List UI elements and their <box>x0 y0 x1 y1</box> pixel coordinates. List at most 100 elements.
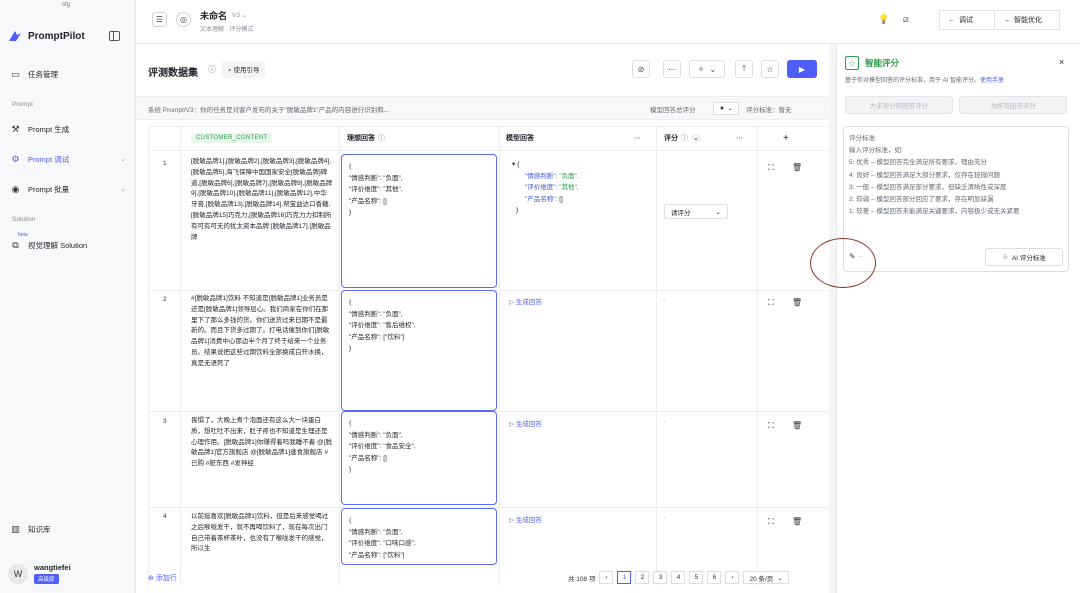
system-prompt-text: 系统 Prompt/V3：你的任务是对客户发布的关于"脱敏品牌1"产品的内容进行… <box>148 107 390 114</box>
ideal-answer-cell[interactable]: { "情感判断": "负面", "评价维度": "其他", "产品名称": []… <box>341 154 497 288</box>
ideal-answer-cell[interactable]: { "情感判断": "负面", "评价维度": "售后维权", "产品名称": … <box>341 290 497 411</box>
page-button[interactable]: 6 <box>707 571 722 584</box>
expand-icon[interactable]: ⛶ <box>768 517 774 527</box>
expand-icon[interactable]: ⛶ <box>768 163 774 173</box>
sidebar-item-label: 视觉理解 Solution <box>28 240 88 250</box>
more-icon[interactable]: ⋯ <box>663 60 681 78</box>
trash-icon[interactable]: 🗑 <box>792 298 802 307</box>
version-select[interactable]: V3 ⌄ <box>232 11 247 19</box>
ideal-answer-cell[interactable]: { "情感判断": "负面", "评价维度": "口味口感", "产品名称": … <box>341 508 497 565</box>
trash-icon[interactable]: 🗑 <box>792 163 802 172</box>
generate-icon: ⚒ <box>11 123 20 134</box>
col-ideal[interactable]: 理想回答 ⓘ <box>347 126 385 150</box>
expand-icon[interactable]: ⛶ <box>768 421 774 431</box>
prev-page-button[interactable]: ‹ <box>599 571 614 584</box>
run-button[interactable]: ▶ <box>787 60 817 78</box>
expand-icon[interactable]: ⛶ <box>768 298 774 308</box>
chevron-down-icon: ⌄ <box>691 134 701 142</box>
customer-content-cell[interactable]: 畏惧了，大晚上煮个泡面还有这么大一块蛋白质，想吐吐不出来，肚子疼也不知道是生理还… <box>191 416 333 504</box>
col-score[interactable]: 评分 ⓘ ⌄ <box>664 126 701 150</box>
divider <box>499 126 500 586</box>
magic-dropdown[interactable]: ✧ ⌄ <box>689 60 725 78</box>
sidebar-item-label: Prompt 生成 <box>28 124 70 134</box>
page-button[interactable]: 4 <box>671 571 686 584</box>
chevron-down-icon: ⌄ <box>120 156 126 163</box>
user-profile[interactable]: W wangtiefei 高级版 <box>8 563 71 584</box>
chevron-down-icon: ⌄ <box>715 208 721 216</box>
panel-title: 智能评分 <box>865 58 900 68</box>
col-customer-content[interactable]: CUSTOMER_CONTENT <box>191 126 273 150</box>
sidebar-item-debug[interactable]: ⚙ Prompt 调试 ⌄ <box>10 150 126 168</box>
target-icon[interactable]: ◎ <box>176 12 191 27</box>
info-icon[interactable]: ⓘ <box>208 64 216 75</box>
customer-content-cell[interactable]: 以前挺喜欢[脱敏品牌1]饮料，但是后来感觉喝过之后喉咙发干，就不再喝饮料了，现在… <box>191 512 333 564</box>
json-close: } <box>516 207 519 214</box>
generate-answer-button[interactable]: ▷ 生成回答 <box>509 514 542 524</box>
page-button[interactable]: 5 <box>689 571 704 584</box>
col-model-more-icon[interactable]: ⋯ <box>634 126 641 150</box>
criteria-line: 评分标准: <box>849 135 877 142</box>
row-number: 4 <box>163 513 167 520</box>
customer-content-cell[interactable]: [脱敏品牌1],[脱敏品牌2],[脱敏品牌3],[脱敏品牌4],[脱敏品牌5],… <box>191 157 333 287</box>
json-line: "情感判断": "负面", <box>349 310 403 318</box>
row-number: 2 <box>163 296 167 303</box>
collapse-sidebar-icon[interactable] <box>109 31 120 41</box>
hide-icon[interactable]: ⊘ <box>632 60 650 78</box>
page-size-select[interactable]: 20 条/页 ⌄ <box>743 571 789 584</box>
sidebar-item-knowledge[interactable]: ▥ 知识库 <box>10 520 126 538</box>
eval-select[interactable]: ★ ⌄ <box>713 102 739 115</box>
customer-content-cell[interactable]: #[脱敏品牌1]饮料 不知道是[脱敏品牌1]业务员是还是[脱敏品牌1]领导层心。… <box>191 294 333 406</box>
debug-button[interactable]: ← 调试 <box>939 10 995 30</box>
score-select[interactable]: 请评分 ⌄ <box>664 204 728 219</box>
upload-icon[interactable]: ⤒ <box>735 60 753 78</box>
sidebar-item-batch[interactable]: ◉ Prompt 批量 ⌄ <box>10 180 126 198</box>
lightbulb-icon[interactable]: 💡 <box>878 14 889 25</box>
divider <box>148 126 149 586</box>
ideal-answer-cell[interactable]: { "情感判断": "负面", "评价维度": "食品安全", "产品名称": … <box>341 411 497 505</box>
generate-label: 生成回答 <box>515 421 542 428</box>
pagination: 共 108 项 ‹ 1 2 3 4 5 6 › 20 条/页 ⌄ <box>568 571 789 584</box>
guide-button[interactable]: ⌕ 使用引导 <box>222 61 266 78</box>
manual-link[interactable]: 使用手册 <box>980 78 1004 84</box>
next-page-button[interactable]: › <box>725 571 740 584</box>
guide-label: 使用引导 <box>233 67 260 74</box>
close-icon[interactable]: × <box>1059 57 1064 67</box>
book-icon: ▥ <box>11 523 20 534</box>
menu-icon[interactable]: ☰ <box>152 12 167 27</box>
optimize-button[interactable]: → 智能优化 <box>994 10 1060 30</box>
json-line: "情感判断": "负面", <box>349 528 403 536</box>
logo[interactable]: PromptPilot <box>8 30 85 42</box>
compare-icon[interactable]: ⧄ <box>903 14 909 25</box>
generate-answer-button[interactable]: ▷ 生成回答 <box>509 418 542 428</box>
model-answer-cell[interactable]: ▾ { "情感判断": "负面", "评价维度": "其他", "产品名称": … <box>512 159 579 217</box>
trash-icon[interactable]: 🗑 <box>792 421 802 430</box>
task-icon: ▭ <box>11 68 20 79</box>
page-button[interactable]: 1 <box>617 571 632 584</box>
sidebar-item-label: Prompt 批量 <box>28 184 70 194</box>
sidebar-item-label: 知识库 <box>28 524 51 534</box>
sidebar-item-task[interactable]: ▭ 任务管理 <box>10 65 126 83</box>
prompt-name[interactable]: 未命名 <box>200 9 227 22</box>
json-line: "评价维度": "口味口感", <box>349 540 416 547</box>
add-row-button[interactable]: ⊕ 添加行 <box>148 573 177 583</box>
column-label: 模型回答 <box>506 135 534 142</box>
col-model[interactable]: 模型回答 <box>506 126 534 150</box>
add-column-icon[interactable]: + <box>783 126 789 150</box>
page-button[interactable]: 3 <box>653 571 668 584</box>
generate-answer-button[interactable]: ▷ 生成回答 <box>509 296 542 306</box>
sidebar-item-vision[interactable]: ⧉ 视觉理解 Solution <box>10 236 126 254</box>
system-prompt-bar[interactable]: 系统 Prompt/V3：你的任务是对客户发布的关于"脱敏品牌1"产品的内容进行… <box>136 96 829 120</box>
score-unscored-button[interactable]: 为未评分的回答评分 <box>845 96 953 114</box>
divider <box>180 126 181 586</box>
star-icon[interactable]: ☆ <box>761 60 779 78</box>
ai-standard-button[interactable]: ♧ AI 评分标准 <box>985 248 1063 266</box>
json-line: "评价维度": "其他", <box>525 184 579 191</box>
trash-icon[interactable]: 🗑 <box>792 517 802 526</box>
col-score-more-icon[interactable]: ⋯ <box>736 126 743 150</box>
score-all-button[interactable]: 为所有回答评分 <box>959 96 1067 114</box>
wand-icon: ✧ <box>697 64 705 74</box>
page-button[interactable]: 2 <box>635 571 650 584</box>
score-empty: - <box>663 296 666 303</box>
sidebar-item-generate[interactable]: ⚒ Prompt 生成 <box>10 120 126 138</box>
criteria-line: 5: 优秀 – 模型回答完全满足所有要求，理由充分 <box>849 159 987 167</box>
